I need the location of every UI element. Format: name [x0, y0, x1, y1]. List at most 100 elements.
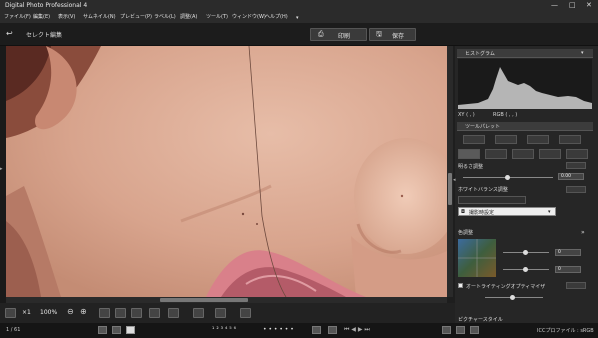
- tab-color[interactable]: [512, 149, 534, 159]
- fit-view-icon[interactable]: [5, 308, 16, 318]
- xy-readout: XY ( , ): [458, 112, 475, 118]
- navigation-icons[interactable]: ⏮ ◀ ▶ ⏭: [344, 326, 370, 334]
- chevron-down-icon: ▾: [581, 50, 584, 56]
- printer-icon: ⎙: [318, 30, 324, 38]
- status-bar: 1 / 61 ¹ ² ³ ⁴ ⁵ ⁶ • • • • • • ⏮ ◀ ▶ ⏭ I…: [0, 323, 598, 338]
- right-panel: ヒストグラム ▾ XY ( , ) RGB ( , , ) ツールパレット 明る…: [455, 46, 598, 323]
- lens-correct-icon[interactable]: [527, 135, 549, 144]
- mask-icon[interactable]: [215, 308, 226, 318]
- basic-adjust-icon[interactable]: [463, 135, 485, 144]
- back-label[interactable]: セレクト編集: [26, 30, 62, 39]
- image-viewer[interactable]: [6, 46, 447, 297]
- picture-style-label: ピクチャースタイル: [458, 317, 503, 323]
- crop-rotate-icon[interactable]: [495, 135, 517, 144]
- single-view-icon[interactable]: [126, 326, 135, 334]
- auto-lighting-label: オートライティングオプティマイザ: [466, 284, 546, 290]
- layout-icon[interactable]: [240, 308, 251, 318]
- color-tone-value[interactable]: 0: [555, 249, 581, 256]
- window-title: Digital Photo Professional 4: [5, 2, 88, 9]
- saturation-knob[interactable]: [523, 267, 528, 272]
- af-point-icon[interactable]: [168, 308, 179, 318]
- horizontal-scroll-thumb[interactable]: [160, 298, 248, 302]
- zoom-in-icon[interactable]: ⊕: [80, 307, 87, 316]
- color-tone-knob[interactable]: [523, 250, 528, 255]
- print-label: 印刷: [338, 33, 351, 40]
- save-label: 保存: [392, 33, 405, 40]
- wb-select-value: 撮影時設定: [469, 210, 495, 216]
- viewer-bottom-toolbar: ×1 100% ⊖ ⊕: [0, 303, 455, 323]
- auto-lighting-knob[interactable]: [510, 295, 515, 300]
- split-view-icon[interactable]: [456, 326, 465, 334]
- compare-tool-icon[interactable]: [131, 308, 142, 318]
- back-icon[interactable]: ↩: [6, 29, 13, 38]
- tab-tone[interactable]: [485, 149, 507, 159]
- save-button[interactable]: 🖫 保存: [369, 28, 416, 41]
- minimize-icon[interactable]: —: [551, 1, 558, 9]
- lock-icon[interactable]: [328, 326, 337, 334]
- brightness-reset-button[interactable]: [566, 162, 586, 169]
- title-bar: Digital Photo Professional 4 — □ ✕: [0, 0, 598, 11]
- menu-file[interactable]: ファイル(F): [4, 13, 31, 20]
- menu-adjust[interactable]: 調整(A): [180, 13, 197, 20]
- menu-preview[interactable]: プレビュー(P): [120, 13, 152, 20]
- collapse-left-icon[interactable]: ▸: [0, 166, 3, 172]
- tab-detail[interactable]: [539, 149, 561, 159]
- auto-lighting-checkbox[interactable]: [458, 283, 463, 288]
- thumbnail-view-icon[interactable]: [98, 326, 107, 334]
- tab-basic[interactable]: [458, 149, 480, 159]
- brightness-slider-knob[interactable]: [505, 175, 510, 180]
- tool-palette-header[interactable]: ツールパレット: [457, 122, 593, 131]
- zoom-percent[interactable]: 100%: [40, 309, 57, 316]
- histogram-graph: [458, 59, 592, 109]
- info-tool-icon[interactable]: [149, 308, 160, 318]
- camera-view-icon[interactable]: [470, 326, 479, 334]
- save-icon: 🖫: [376, 30, 382, 38]
- crop-tool-icon[interactable]: [99, 308, 110, 318]
- page-counter: 1 / 61: [6, 327, 21, 333]
- vertical-scroll-thumb[interactable]: [448, 173, 452, 205]
- expand-icon[interactable]: »: [581, 229, 585, 236]
- wb-select[interactable]: ◘ 撮影時設定 ▾: [458, 207, 556, 216]
- wb-eyedropper-group[interactable]: [458, 196, 526, 204]
- collapse-right-icon[interactable]: ◂: [453, 177, 456, 183]
- export-icon[interactable]: [559, 135, 581, 144]
- toolbar: ↩ セレクト編集 ⎙ 印刷 🖫 保存: [0, 23, 598, 46]
- rgb-readout: RGB ( , , ): [493, 112, 518, 118]
- zoom-out-icon[interactable]: ⊖: [67, 307, 74, 316]
- tab-settings[interactable]: [566, 149, 588, 159]
- star-rating-icons[interactable]: • • • • • •: [263, 326, 294, 333]
- color-adjust-label: 色調整: [458, 230, 474, 236]
- menu-bar: ファイル(F) 編集(E) 表示(V) サムネイル(N) プレビュー(P) ラベ…: [0, 11, 598, 23]
- saturation-value[interactable]: 0: [555, 266, 581, 273]
- menu-help[interactable]: ヘルプ(H): [265, 13, 288, 20]
- brightness-value[interactable]: 0.00: [558, 173, 584, 180]
- wb-label: ホワイトバランス調整: [458, 187, 508, 193]
- wb-reset-button[interactable]: [566, 186, 586, 193]
- brightness-label: 明るさ調整: [458, 164, 484, 170]
- highlight-warning-icon[interactable]: [193, 308, 204, 318]
- rating-icons[interactable]: ¹ ² ³ ⁴ ⁵ ⁶: [212, 326, 236, 333]
- maximize-icon[interactable]: □: [569, 1, 576, 9]
- grid-tool-icon[interactable]: [115, 308, 126, 318]
- vertical-scrollbar[interactable]: [447, 46, 453, 297]
- face-closeup-image: [6, 46, 447, 297]
- menu-thumbnail[interactable]: サムネイル(N): [83, 13, 116, 20]
- menu-label[interactable]: ラベル(L): [154, 13, 176, 20]
- camera-icon: ◘: [461, 209, 465, 215]
- zoom-label[interactable]: ×1: [22, 309, 31, 316]
- menu-tools[interactable]: ツール(T): [206, 13, 228, 20]
- chevron-down-icon[interactable]: ▾: [296, 15, 299, 21]
- auto-lighting-reset[interactable]: [566, 282, 586, 289]
- crop-preview-icon[interactable]: [442, 326, 451, 334]
- histogram-title: ヒストグラム: [465, 51, 495, 57]
- menu-view[interactable]: 表示(V): [58, 13, 75, 20]
- menu-edit[interactable]: 編集(E): [33, 13, 50, 20]
- histogram-header[interactable]: ヒストグラム ▾: [457, 49, 593, 58]
- check-mark-icon[interactable]: [312, 326, 321, 334]
- color-profile: ICCプロファイル : sRGB: [537, 328, 594, 334]
- list-view-icon[interactable]: [112, 326, 121, 334]
- print-button[interactable]: ⎙ 印刷: [310, 28, 367, 41]
- menu-window[interactable]: ウィンドウ(W): [232, 13, 266, 20]
- close-icon[interactable]: ✕: [586, 1, 592, 9]
- color-wheel[interactable]: [458, 239, 496, 277]
